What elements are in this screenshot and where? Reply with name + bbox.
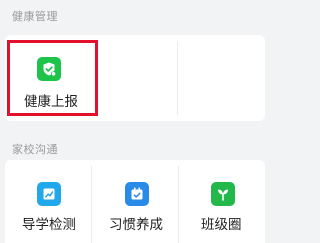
calendar-check-icon xyxy=(125,182,149,206)
health-card: 健康上报 xyxy=(5,35,265,121)
grid-item-health-report[interactable]: 健康上报 xyxy=(5,35,177,121)
grid-item-habit-building[interactable]: 习惯养成 xyxy=(92,160,178,243)
sprout-icon xyxy=(211,182,235,206)
grid-item-guided-test[interactable]: 导学检测 xyxy=(5,160,91,243)
shield-check-icon xyxy=(37,57,61,81)
grid-item-label: 习惯养成 xyxy=(109,217,163,233)
section-title-home-school: 家校沟通 xyxy=(12,143,58,156)
grid-item-label: 健康上报 xyxy=(24,94,78,110)
grid-item-label: 班级圈 xyxy=(201,217,242,233)
chart-icon xyxy=(37,182,61,206)
section-title-health: 健康管理 xyxy=(12,10,58,23)
home-school-card: 导学检测 习惯养成 班级圈 xyxy=(5,160,265,243)
grid-item-label: 导学检测 xyxy=(22,217,76,233)
grid-item-class-circle[interactable]: 班级圈 xyxy=(179,160,265,243)
grid-item-empty xyxy=(178,35,265,121)
